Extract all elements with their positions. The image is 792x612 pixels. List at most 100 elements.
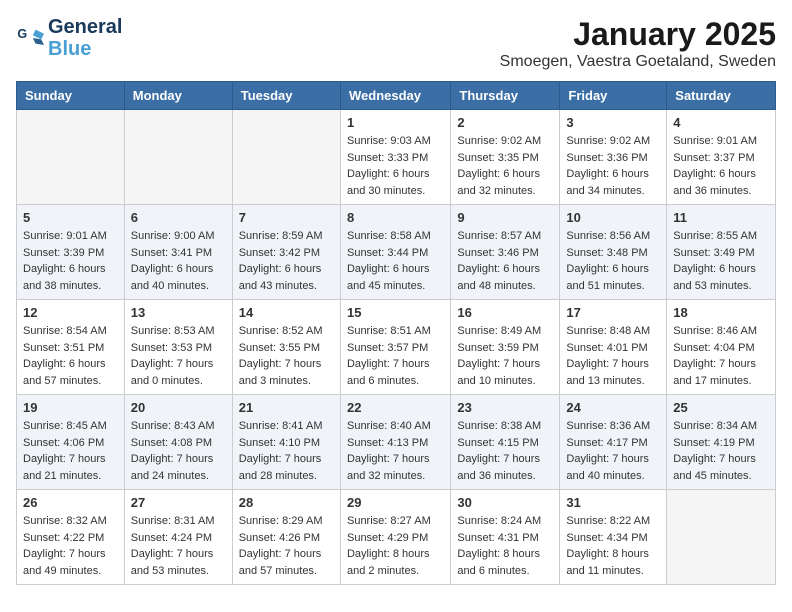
calendar-cell: 27 Sunrise: 8:31 AM Sunset: 4:24 PM Dayli… (124, 490, 232, 585)
day-number: 6 (131, 210, 226, 225)
calendar-cell: 1 Sunrise: 9:03 AM Sunset: 3:33 PM Daylig… (340, 110, 450, 205)
day-number: 9 (457, 210, 553, 225)
day-info: Sunrise: 8:41 AM Sunset: 4:10 PM Dayligh… (239, 418, 334, 484)
calendar-cell (667, 490, 776, 585)
day-info: Sunrise: 8:31 AM Sunset: 4:24 PM Dayligh… (131, 513, 226, 579)
calendar-header-row: SundayMondayTuesdayWednesdayThursdayFrid… (17, 82, 776, 110)
day-info: Sunrise: 8:54 AM Sunset: 3:51 PM Dayligh… (23, 323, 118, 389)
weekday-header-saturday: Saturday (667, 82, 776, 110)
calendar-cell: 4Sunrise: 9:01 AM Sunset: 3:37 PM Daylig… (667, 110, 776, 205)
calendar-cell: 8Sunrise: 8:58 AM Sunset: 3:44 PM Daylig… (340, 205, 450, 300)
day-info: Sunrise: 8:52 AM Sunset: 3:55 PM Dayligh… (239, 323, 334, 389)
day-info: Sunrise: 8:55 AM Sunset: 3:49 PM Dayligh… (673, 228, 769, 294)
calendar-cell: 29 Sunrise: 8:27 AM Sunset: 4:29 PM Dayli… (340, 490, 450, 585)
calendar-week-row: 26 Sunrise: 8:32 AM Sunset: 4:22 PM Dayli… (17, 490, 776, 585)
calendar-cell: 18Sunrise: 8:46 AM Sunset: 4:04 PM Dayli… (667, 300, 776, 395)
day-number: 19 (23, 400, 118, 415)
weekday-header-friday: Friday (560, 82, 667, 110)
day-info: Sunrise: 8:34 AM Sunset: 4:19 PM Dayligh… (673, 418, 769, 484)
calendar-cell: 16 Sunrise: 8:49 AM Sunset: 3:59 PM Dayli… (451, 300, 560, 395)
logo-blue: Blue (48, 38, 122, 60)
day-number: 27 (131, 495, 226, 510)
calendar-table: SundayMondayTuesdayWednesdayThursdayFrid… (16, 81, 776, 585)
calendar-week-row: 5 Sunrise: 9:01 AM Sunset: 3:39 PM Daylig… (17, 205, 776, 300)
day-number: 20 (131, 400, 226, 415)
day-number: 28 (239, 495, 334, 510)
day-number: 29 (347, 495, 444, 510)
weekday-header-tuesday: Tuesday (232, 82, 340, 110)
weekday-header-wednesday: Wednesday (340, 82, 450, 110)
weekday-header-monday: Monday (124, 82, 232, 110)
day-number: 26 (23, 495, 118, 510)
calendar-cell: 15 Sunrise: 8:51 AM Sunset: 3:57 PM Dayli… (340, 300, 450, 395)
day-number: 2 (457, 115, 553, 130)
day-info: Sunrise: 8:59 AM Sunset: 3:42 PM Dayligh… (239, 228, 334, 294)
calendar-cell: 17 Sunrise: 8:48 AM Sunset: 4:01 PM Dayli… (560, 300, 667, 395)
day-info: Sunrise: 8:45 AM Sunset: 4:06 PM Dayligh… (23, 418, 118, 484)
calendar-cell: 6 Sunrise: 9:00 AM Sunset: 3:41 PM Daylig… (124, 205, 232, 300)
calendar-cell: 14 Sunrise: 8:52 AM Sunset: 3:55 PM Dayli… (232, 300, 340, 395)
day-number: 22 (347, 400, 444, 415)
day-number: 21 (239, 400, 334, 415)
day-number: 16 (457, 305, 553, 320)
day-info: Sunrise: 9:02 AM Sunset: 3:35 PM Dayligh… (457, 133, 553, 199)
day-info: Sunrise: 9:00 AM Sunset: 3:41 PM Dayligh… (131, 228, 226, 294)
day-number: 18 (673, 305, 769, 320)
calendar-cell: 22 Sunrise: 8:40 AM Sunset: 4:13 PM Dayli… (340, 395, 450, 490)
page-header: G General Blue January 2025 Smoegen, Vae… (16, 16, 776, 71)
location-subtitle: Smoegen, Vaestra Goetaland, Sweden (500, 53, 776, 71)
day-info: Sunrise: 9:02 AM Sunset: 3:36 PM Dayligh… (566, 133, 660, 199)
day-number: 3 (566, 115, 660, 130)
day-info: Sunrise: 8:58 AM Sunset: 3:44 PM Dayligh… (347, 228, 444, 294)
day-number: 11 (673, 210, 769, 225)
calendar-cell: 28 Sunrise: 8:29 AM Sunset: 4:26 PM Dayli… (232, 490, 340, 585)
calendar-cell: 24 Sunrise: 8:36 AM Sunset: 4:17 PM Dayli… (560, 395, 667, 490)
day-info: Sunrise: 9:03 AM Sunset: 3:33 PM Dayligh… (347, 133, 444, 199)
calendar-cell: 31 Sunrise: 8:22 AM Sunset: 4:34 PM Dayli… (560, 490, 667, 585)
day-info: Sunrise: 8:24 AM Sunset: 4:31 PM Dayligh… (457, 513, 553, 579)
day-info: Sunrise: 8:36 AM Sunset: 4:17 PM Dayligh… (566, 418, 660, 484)
day-number: 25 (673, 400, 769, 415)
day-number: 15 (347, 305, 444, 320)
day-info: Sunrise: 8:32 AM Sunset: 4:22 PM Dayligh… (23, 513, 118, 579)
day-info: Sunrise: 8:38 AM Sunset: 4:15 PM Dayligh… (457, 418, 553, 484)
calendar-cell: 21 Sunrise: 8:41 AM Sunset: 4:10 PM Dayli… (232, 395, 340, 490)
day-number: 17 (566, 305, 660, 320)
day-info: Sunrise: 8:48 AM Sunset: 4:01 PM Dayligh… (566, 323, 660, 389)
logo-icon: G (16, 24, 44, 52)
calendar-cell: 19 Sunrise: 8:45 AM Sunset: 4:06 PM Dayli… (17, 395, 125, 490)
day-info: Sunrise: 8:49 AM Sunset: 3:59 PM Dayligh… (457, 323, 553, 389)
calendar-cell: 12Sunrise: 8:54 AM Sunset: 3:51 PM Dayli… (17, 300, 125, 395)
title-block: January 2025 Smoegen, Vaestra Goetaland,… (500, 16, 776, 71)
calendar-cell: 9 Sunrise: 8:57 AM Sunset: 3:46 PM Daylig… (451, 205, 560, 300)
day-info: Sunrise: 8:29 AM Sunset: 4:26 PM Dayligh… (239, 513, 334, 579)
calendar-cell: 10Sunrise: 8:56 AM Sunset: 3:48 PM Dayli… (560, 205, 667, 300)
svg-text:G: G (17, 27, 27, 41)
day-info: Sunrise: 8:51 AM Sunset: 3:57 PM Dayligh… (347, 323, 444, 389)
day-number: 5 (23, 210, 118, 225)
day-number: 24 (566, 400, 660, 415)
weekday-header-thursday: Thursday (451, 82, 560, 110)
calendar-cell (124, 110, 232, 205)
day-info: Sunrise: 8:57 AM Sunset: 3:46 PM Dayligh… (457, 228, 553, 294)
logo: G General Blue (16, 16, 122, 60)
day-info: Sunrise: 8:53 AM Sunset: 3:53 PM Dayligh… (131, 323, 226, 389)
day-number: 31 (566, 495, 660, 510)
month-title: January 2025 (500, 16, 776, 53)
day-number: 4 (673, 115, 769, 130)
day-info: Sunrise: 8:27 AM Sunset: 4:29 PM Dayligh… (347, 513, 444, 579)
calendar-cell: 5 Sunrise: 9:01 AM Sunset: 3:39 PM Daylig… (17, 205, 125, 300)
day-number: 30 (457, 495, 553, 510)
day-number: 14 (239, 305, 334, 320)
calendar-cell: 2 Sunrise: 9:02 AM Sunset: 3:35 PM Daylig… (451, 110, 560, 205)
day-info: Sunrise: 8:56 AM Sunset: 3:48 PM Dayligh… (566, 228, 660, 294)
calendar-week-row: 19 Sunrise: 8:45 AM Sunset: 4:06 PM Dayli… (17, 395, 776, 490)
calendar-cell (232, 110, 340, 205)
day-info: Sunrise: 9:01 AM Sunset: 3:39 PM Dayligh… (23, 228, 118, 294)
day-info: Sunrise: 8:40 AM Sunset: 4:13 PM Dayligh… (347, 418, 444, 484)
day-number: 7 (239, 210, 334, 225)
day-number: 1 (347, 115, 444, 130)
day-info: Sunrise: 8:22 AM Sunset: 4:34 PM Dayligh… (566, 513, 660, 579)
calendar-cell: 23Sunrise: 8:38 AM Sunset: 4:15 PM Dayli… (451, 395, 560, 490)
day-number: 13 (131, 305, 226, 320)
